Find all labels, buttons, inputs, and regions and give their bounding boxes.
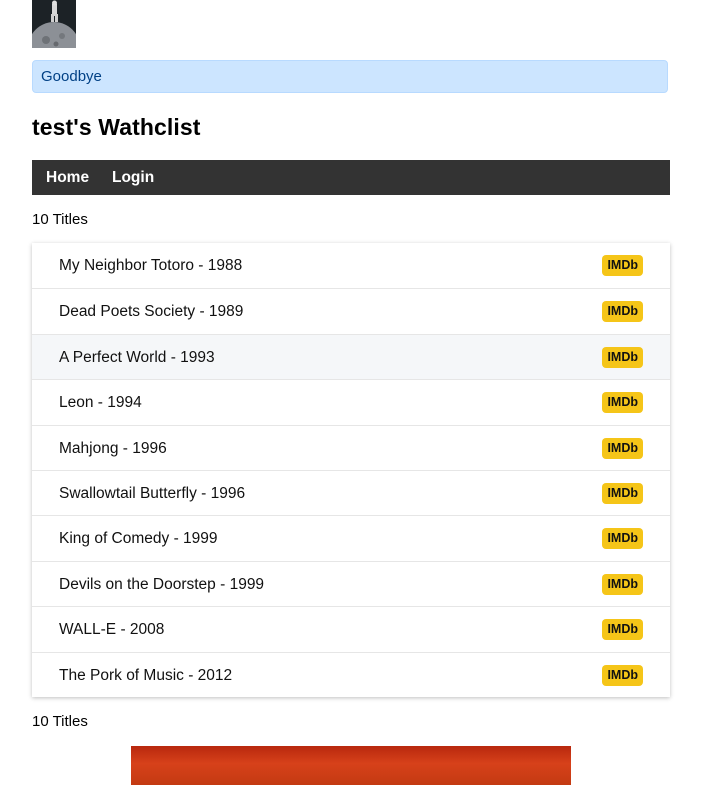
movie-list-item: WALL-E - 2008 IMDb — [32, 606, 670, 651]
movie-title: Devils on the Doorstep - 1999 — [59, 575, 265, 593]
movie-list-item: A Perfect World - 1993 IMDb — [32, 333, 670, 380]
movie-list-item: Swallowtail Butterfly - 1996 IMDb — [32, 469, 670, 515]
moon-astronaut-icon — [32, 0, 76, 48]
imdb-link[interactable]: IMDb — [602, 573, 643, 595]
movie-list-item: Devils on the Doorstep - 1999 IMDb — [32, 560, 670, 606]
imdb-link[interactable]: IMDb — [602, 619, 643, 641]
nav-bar: Home Login — [32, 160, 670, 195]
movie-title: The Pork of Music - 2012 — [59, 666, 233, 684]
movie-title: Leon - 1994 — [59, 394, 142, 412]
imdb-link[interactable]: IMDb — [602, 528, 643, 550]
movie-title: WALL-E - 2008 — [59, 621, 165, 639]
nav-home-link[interactable]: Home — [46, 160, 89, 195]
imdb-link[interactable]: IMDb — [602, 301, 643, 323]
page: Goodbye test's Wathclist Home Login 10 T… — [0, 0, 716, 785]
nav-login-link[interactable]: Login — [112, 160, 154, 195]
titles-count-bottom: 10 Titles — [32, 713, 88, 730]
movie-title: My Neighbor Totoro - 1988 — [59, 257, 243, 274]
avatar-image — [32, 0, 76, 48]
page-title: test's Wathclist — [32, 114, 201, 140]
movie-list-item: King of Comedy - 1999 IMDb — [32, 515, 670, 560]
movie-title: Swallowtail Butterfly - 1996 — [59, 484, 246, 502]
imdb-link[interactable]: IMDb — [602, 664, 643, 686]
movie-list-item: Dead Poets Society - 1989 IMDb — [32, 288, 670, 333]
imdb-link[interactable]: IMDb — [602, 437, 643, 459]
movie-title: King of Comedy - 1999 — [59, 530, 218, 548]
movie-list: My Neighbor Totoro - 1988 IMDb Dead Poet… — [32, 243, 670, 697]
movie-title: A Perfect World - 1993 — [59, 348, 215, 366]
footer-banner-image — [131, 746, 571, 785]
flash-message: Goodbye — [32, 60, 668, 93]
movie-title: Dead Poets Society - 1989 — [59, 303, 244, 321]
imdb-link[interactable]: IMDb — [602, 346, 643, 368]
imdb-link[interactable]: IMDb — [602, 255, 643, 276]
movie-title: Mahjong - 1996 — [59, 439, 167, 457]
imdb-link[interactable]: IMDb — [602, 482, 643, 504]
movie-list-item: My Neighbor Totoro - 1988 IMDb — [32, 243, 670, 288]
movie-list-item: Mahjong - 1996 IMDb — [32, 424, 670, 470]
imdb-link[interactable]: IMDb — [602, 392, 643, 414]
movie-list-item: The Pork of Music - 2012 IMDb — [32, 651, 670, 697]
movie-list-item: Leon - 1994 IMDb — [32, 379, 670, 424]
titles-count-top: 10 Titles — [32, 211, 88, 228]
